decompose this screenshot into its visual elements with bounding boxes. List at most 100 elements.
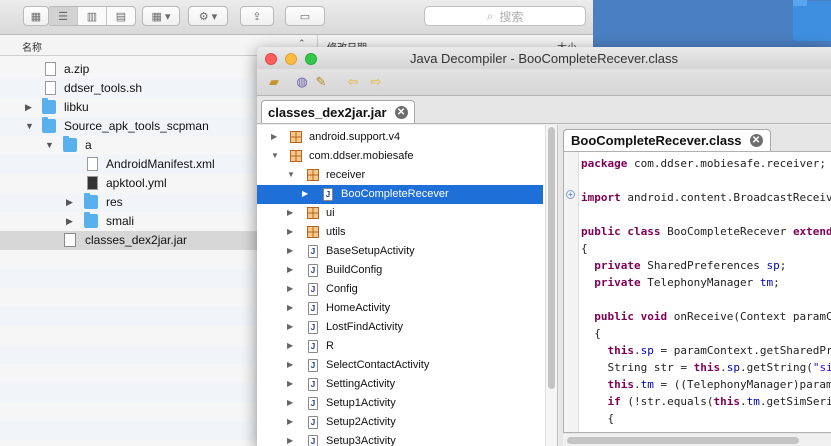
tree-item[interactable]: ▶ J Setup2Activity <box>257 413 543 432</box>
list-view-icon[interactable]: ☰ <box>49 7 78 25</box>
code-horizontal-scrollbar[interactable] <box>563 434 831 446</box>
tree-label: LostFindActivity <box>326 321 404 333</box>
disclosure-right-icon[interactable]: ▶ <box>66 216 73 227</box>
folder-icon <box>42 98 56 114</box>
tree-item[interactable]: ▶ ui <box>257 204 543 223</box>
tree-label: ui <box>326 207 335 219</box>
cover-flow-icon[interactable]: ▤ <box>107 7 135 25</box>
tree-item[interactable]: ▶ J BaseSetupActivity <box>257 242 543 261</box>
expand-right-icon[interactable]: ▶ <box>287 265 293 274</box>
tree-scrollbar[interactable] <box>545 125 557 446</box>
source-code-view[interactable]: + package com.ddser.mobiesafe.receiver; … <box>563 151 831 433</box>
xml-file-icon <box>87 157 98 171</box>
tree-label: SelectContactActivity <box>326 359 430 371</box>
file-name: apktool.yml <box>106 176 167 190</box>
tab-boocompleterecever-class[interactable]: BooCompleteRecever.class ✕ <box>563 129 771 151</box>
java-class-icon: J <box>308 397 318 410</box>
tree-item[interactable]: ▶ utils <box>257 223 543 242</box>
decompiler-toolbar: ▰ ◍ ✎ ⇦ ⇨ <box>257 69 831 96</box>
java-class-icon: J <box>308 245 318 258</box>
expand-right-icon[interactable]: ▶ <box>287 322 293 331</box>
code-line: if (!str.equals(this.tm.getSimSeria <box>581 395 831 408</box>
forward-arrow-icon[interactable]: ⇨ <box>367 74 385 90</box>
tree-item[interactable]: ▶ J HomeActivity <box>257 299 543 318</box>
expand-right-icon[interactable]: ▶ <box>287 379 293 388</box>
tree-item[interactable]: ▶ J Setup1Activity <box>257 394 543 413</box>
file-name: smali <box>106 214 135 228</box>
yml-file-icon <box>87 176 98 190</box>
tree-item[interactable]: ▼ com.ddser.mobiesafe <box>257 147 543 166</box>
tree-item[interactable]: ▶ J R <box>257 337 543 356</box>
folder-icon <box>63 136 77 152</box>
tree-item[interactable]: ▶ J SettingActivity <box>257 375 543 394</box>
java-class-icon: J <box>308 321 318 334</box>
view-mode-segment[interactable]: ☰ ▥ ▤ <box>48 6 136 26</box>
expand-right-icon[interactable]: ▶ <box>271 132 277 141</box>
expand-right-icon[interactable]: ▶ <box>302 189 308 198</box>
search-tool-icon[interactable]: ✎ <box>312 74 330 90</box>
tags-button[interactable]: ▭ <box>285 6 325 26</box>
folder-icon <box>42 117 56 133</box>
expand-right-icon[interactable]: ▶ <box>287 360 293 369</box>
tree-item[interactable]: ▶ J BuildConfig <box>257 261 543 280</box>
folder-icon <box>84 193 98 209</box>
file-tab-bar: classes_dex2jar.jar ✕ <box>257 96 831 124</box>
expand-right-icon[interactable]: ▶ <box>287 436 293 445</box>
search-placeholder: 搜索 <box>499 9 524 24</box>
open-type-icon[interactable]: ◍ <box>293 74 311 90</box>
arrange-button[interactable]: ▦ ▾ <box>142 6 180 26</box>
tree-label: android.support.v4 <box>309 131 401 143</box>
tree-scroll-thumb[interactable] <box>548 127 555 389</box>
expand-right-icon[interactable]: ▶ <box>287 284 293 293</box>
tab-classes-dex2jar[interactable]: classes_dex2jar.jar ✕ <box>261 100 415 123</box>
file-name: res <box>106 195 123 209</box>
tree-label: Setup3Activity <box>326 435 396 446</box>
java-class-icon: J <box>308 435 318 446</box>
expand-right-icon[interactable]: ▶ <box>287 246 293 255</box>
disclosure-down-icon[interactable]: ▼ <box>45 140 54 150</box>
expand-right-icon[interactable]: ▶ <box>287 227 293 236</box>
tree-item[interactable]: ▼ receiver <box>257 166 543 185</box>
tree-item[interactable]: ▶ J Config <box>257 280 543 299</box>
expand-down-icon[interactable]: ▼ <box>271 151 279 160</box>
open-folder-icon[interactable]: ▰ <box>265 74 283 90</box>
expand-right-icon[interactable]: ▶ <box>287 341 293 350</box>
tree-item[interactable]: ▶ J SelectContactActivity <box>257 356 543 375</box>
expand-right-icon[interactable]: ▶ <box>287 398 293 407</box>
disclosure-right-icon[interactable]: ▶ <box>66 197 73 208</box>
java-class-icon: J <box>308 416 318 429</box>
close-tab-icon[interactable]: ✕ <box>394 105 408 119</box>
java-class-icon: J <box>308 264 318 277</box>
tree-item[interactable]: ▶ J LostFindActivity <box>257 318 543 337</box>
search-input[interactable]: ⌕ 搜索 <box>424 6 586 26</box>
disclosure-down-icon[interactable]: ▼ <box>25 121 34 131</box>
grid-icon: ▦ <box>30 10 42 23</box>
action-button[interactable]: ⚙ ▾ <box>188 6 228 26</box>
expand-right-icon[interactable]: ▶ <box>287 208 293 217</box>
expand-right-icon[interactable]: ▶ <box>287 303 293 312</box>
back-arrow-icon[interactable]: ⇦ <box>344 74 362 90</box>
java-class-icon: J <box>308 359 318 372</box>
icon-view-button[interactable]: ▦ <box>23 6 49 26</box>
name-column-header[interactable]: 名称 <box>22 39 42 54</box>
share-button[interactable]: ⇪ <box>240 6 274 26</box>
column-view-icon[interactable]: ▥ <box>78 7 107 25</box>
package-tree: ▶ android.support.v4 ▼ com.ddser.mobiesafe… <box>257 125 558 446</box>
package-icon <box>307 169 319 181</box>
tree-item-selected[interactable]: ▶ J BooCompleteRecever <box>257 185 543 204</box>
desktop-folder-icon[interactable] <box>793 0 831 41</box>
close-tab-icon[interactable]: ✕ <box>749 134 763 147</box>
expand-right-icon[interactable]: ▶ <box>287 417 293 426</box>
gear-icon: ⚙ ▾ <box>198 10 218 23</box>
code-line: package com.ddser.mobiesafe.receiver; <box>581 157 827 170</box>
expand-down-icon[interactable]: ▼ <box>287 170 295 179</box>
window-titlebar: Java Decompiler - BooCompleteRecever.cla… <box>257 47 831 69</box>
disclosure-right-icon[interactable]: ▶ <box>25 102 32 113</box>
code-line: public class BooCompleteRecever extends <box>581 225 831 238</box>
jar-file-icon <box>64 233 76 247</box>
code-scroll-thumb[interactable] <box>567 437 799 444</box>
tree-item[interactable]: ▶ android.support.v4 <box>257 128 543 147</box>
tree-item[interactable]: ▶ J Setup3Activity <box>257 432 543 446</box>
file-name: libku <box>64 100 89 114</box>
fold-expand-icon[interactable]: + <box>566 190 575 199</box>
